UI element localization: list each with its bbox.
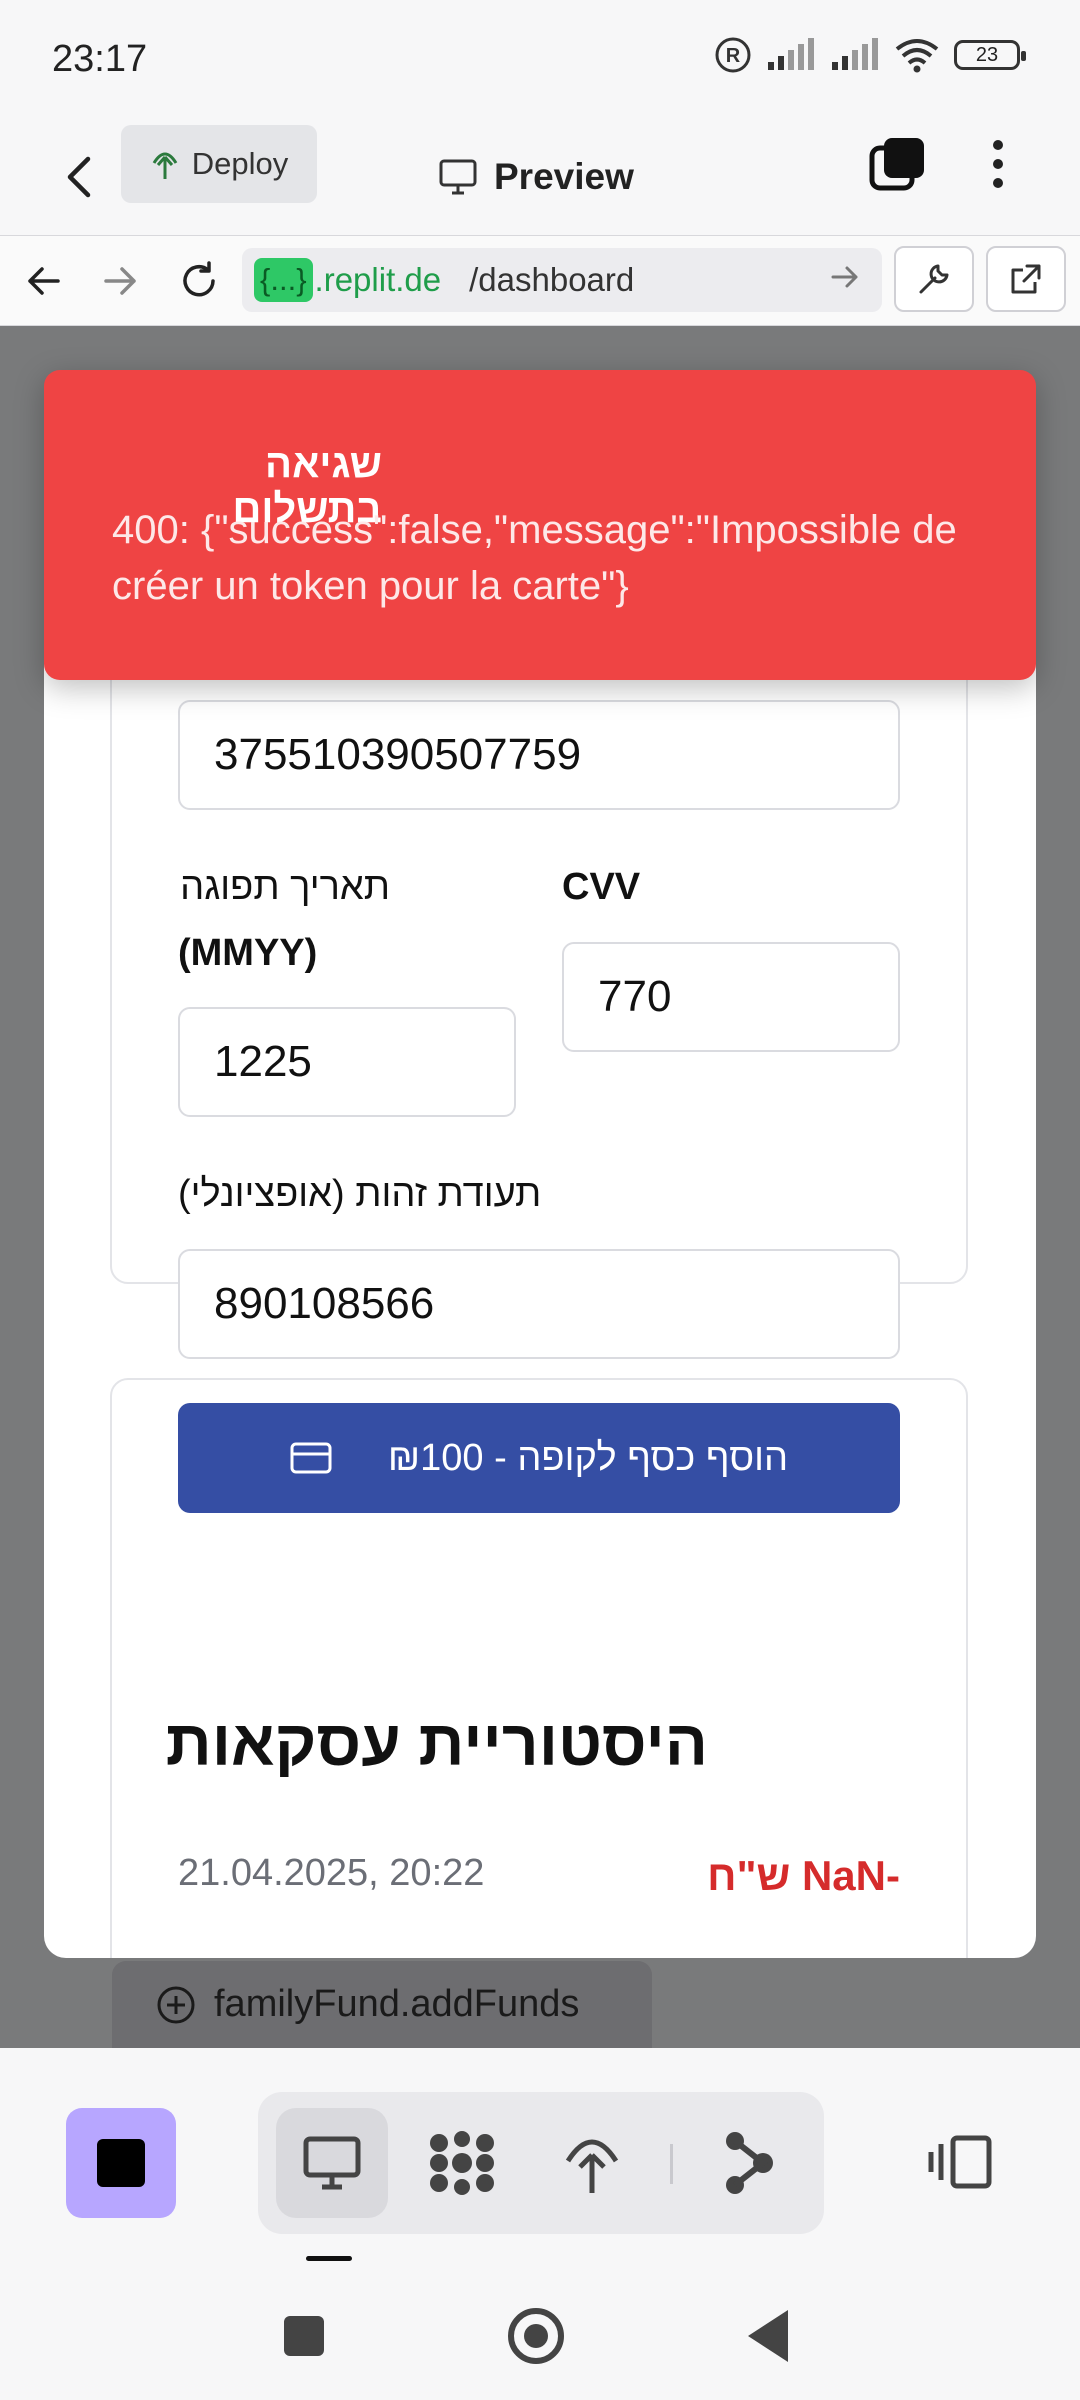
- credit-card-icon: [290, 1442, 332, 1474]
- cvv-input[interactable]: 770: [562, 942, 900, 1052]
- view-switcher: [258, 2092, 824, 2234]
- agent-tab[interactable]: [406, 2108, 518, 2218]
- bottom-toolbar: [0, 2048, 1080, 2400]
- error-toast[interactable]: שגיאה בתשלום 400: {"success":false,"mess…: [44, 370, 1036, 680]
- expiry-input[interactable]: 1225: [178, 1007, 516, 1117]
- expiry-label: תאריך תפוגה: [180, 866, 390, 908]
- layout-toggle-button[interactable]: [920, 2112, 1000, 2212]
- recents-button[interactable]: [284, 2316, 324, 2356]
- divider: [670, 2144, 673, 2184]
- transaction-date: 21.04.2025, 20:22: [178, 1852, 485, 1894]
- transaction-amount: -NaN ש"ח: [707, 1852, 900, 1899]
- active-tab-indicator: [306, 2256, 352, 2261]
- monitor-icon: [303, 2136, 361, 2190]
- id-input[interactable]: 890108566: [178, 1249, 900, 1359]
- expiry-hint: (MMYY): [178, 932, 318, 974]
- preview-tab[interactable]: [276, 2108, 388, 2218]
- id-label: תעודת זהות (אופציונלי): [178, 1173, 542, 1215]
- card-number-input[interactable]: 375510390507759: [178, 700, 900, 810]
- home-button[interactable]: [508, 2308, 564, 2364]
- stop-icon: [97, 2139, 145, 2187]
- git-tab[interactable]: [692, 2108, 804, 2218]
- system-back-button[interactable]: [748, 2310, 788, 2362]
- add-funds-label: הוסף כסף לקופה - ₪100: [387, 1436, 789, 1479]
- deploy-icon: [565, 2139, 619, 2193]
- toast-message: 400: {"success":false,"message":"Impossi…: [112, 508, 957, 608]
- history-title: היסטוריית עסקאות: [165, 1707, 708, 1779]
- stop-button[interactable]: [66, 2108, 176, 2218]
- cvv-label: CVV: [562, 866, 641, 908]
- agent-icon: [430, 2131, 494, 2195]
- deploy-tab[interactable]: [536, 2108, 648, 2218]
- system-navigation: [0, 2280, 1080, 2400]
- panel-layout-icon: [928, 2135, 992, 2189]
- git-icon: [726, 2132, 773, 2194]
- add-funds-button[interactable]: הוסף כסף לקופה - ₪100: [178, 1403, 900, 1513]
